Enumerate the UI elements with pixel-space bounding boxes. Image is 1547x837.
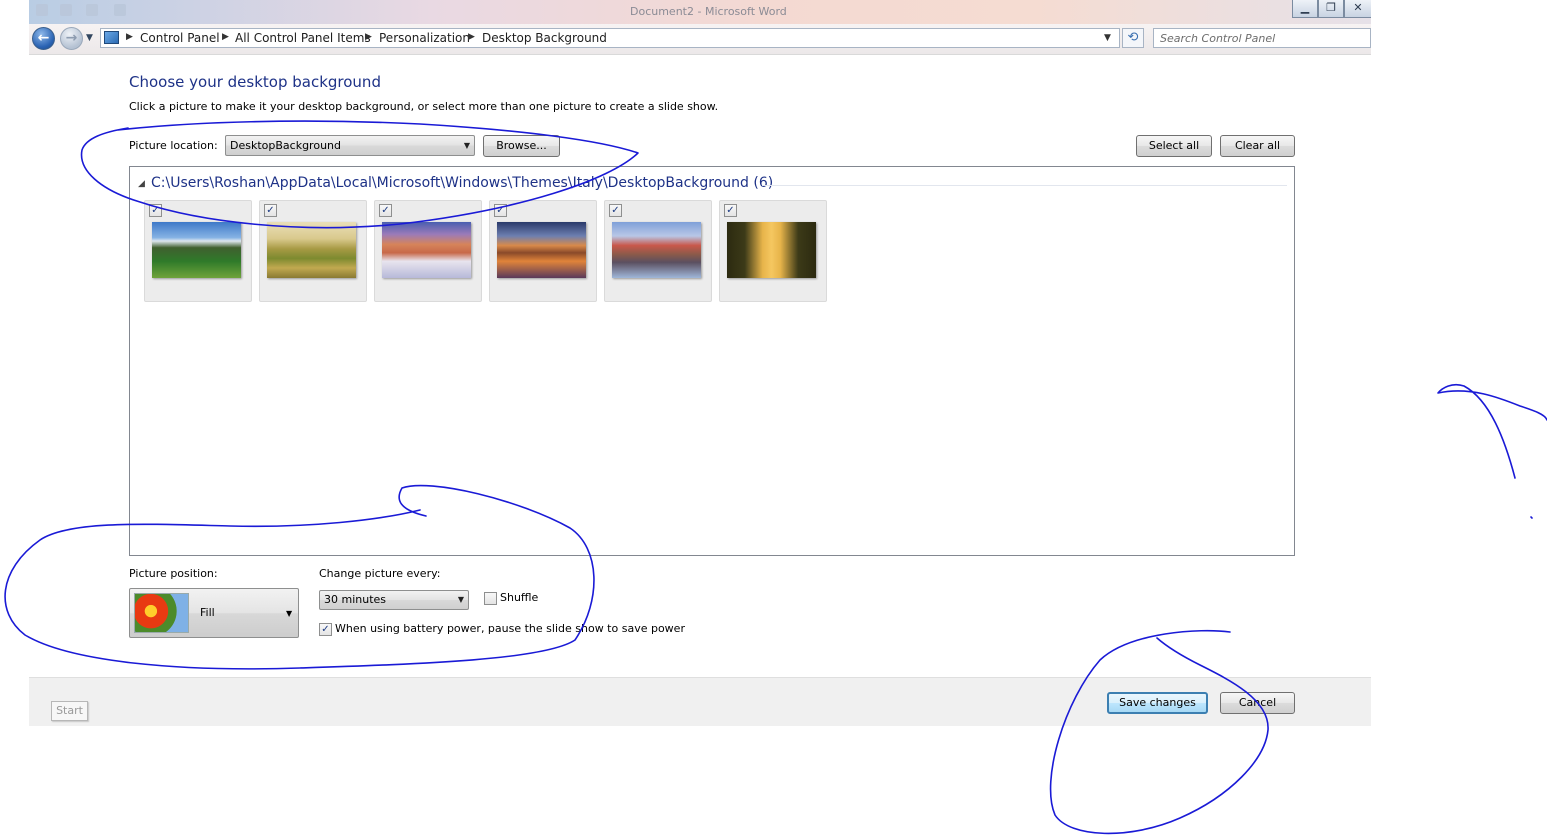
picture-tile[interactable]: ✓: [604, 200, 712, 302]
shuffle-label[interactable]: Shuffle: [500, 591, 538, 604]
picture-location-value: DesktopBackground: [230, 139, 341, 152]
picture-position-value: Fill: [200, 606, 215, 619]
ink-arrow-mark: [1437, 383, 1547, 479]
picture-checkbox[interactable]: ✓: [724, 204, 737, 217]
quick-access-save-icon[interactable]: [36, 4, 48, 16]
clear-all-button[interactable]: Clear all: [1220, 135, 1295, 157]
picture-checkbox[interactable]: ✓: [264, 204, 277, 217]
tuscan-hills-thumbnail: [267, 222, 356, 278]
battery-pause-checkbox[interactable]: ✓: [319, 623, 332, 636]
picture-checkbox[interactable]: ✓: [149, 204, 162, 217]
select-all-button[interactable]: Select all: [1136, 135, 1212, 157]
window-title: Document2 - Microsoft Word: [630, 5, 787, 18]
picture-checkbox[interactable]: ✓: [494, 204, 507, 217]
start-button[interactable]: Start: [51, 701, 88, 721]
recent-pages-dropdown-icon[interactable]: ▼: [86, 33, 93, 43]
breadcrumb-control-panel[interactable]: Control Panel: [140, 31, 220, 45]
shuffle-checkbox[interactable]: [484, 592, 497, 605]
picture-checkbox[interactable]: ✓: [379, 204, 392, 217]
change-interval-value: 30 minutes: [324, 593, 387, 606]
restore-button[interactable]: ❐: [1318, 0, 1344, 18]
page-description: Click a picture to make it your desktop …: [129, 100, 719, 113]
bridge-sunset-thumbnail: [497, 222, 586, 278]
back-arrow-icon: ←: [37, 30, 50, 46]
cypress-road-thumbnail: [727, 222, 816, 278]
close-button[interactable]: ✕: [1344, 0, 1371, 18]
change-interval-dropdown[interactable]: 30 minutes ▼: [319, 590, 469, 610]
forward-arrow-icon: →: [65, 30, 78, 46]
breadcrumb-separator-icon[interactable]: ▶: [126, 32, 133, 42]
mountain-meadow-thumbnail: [152, 222, 241, 278]
control-panel-icon: [104, 31, 119, 44]
quick-access-redo-icon[interactable]: [86, 4, 98, 16]
snowy-dolomites-thumbnail: [382, 222, 471, 278]
change-picture-label: Change picture every:: [319, 567, 441, 580]
breadcrumb-desktop-background[interactable]: Desktop Background: [482, 31, 607, 45]
picture-location-label: Picture location:: [129, 139, 218, 152]
breadcrumb-separator-icon[interactable]: ▶: [468, 32, 475, 42]
picture-checkbox[interactable]: ✓: [609, 204, 622, 217]
chevron-down-icon: ▼: [463, 141, 470, 150]
page-title: Choose your desktop background: [129, 73, 381, 91]
browse-button[interactable]: Browse...: [483, 135, 560, 157]
flower-preview-icon: [134, 593, 189, 633]
group-header[interactable]: C:\Users\Roshan\AppData\Local\Microsoft\…: [151, 175, 773, 191]
breadcrumb-all-control-panel-items[interactable]: All Control Panel Items: [235, 31, 371, 45]
refresh-icon: ⟲: [1127, 30, 1139, 45]
cancel-button[interactable]: Cancel: [1220, 692, 1295, 714]
battery-pause-label[interactable]: When using battery power, pause the slid…: [335, 622, 685, 635]
picture-tile[interactable]: ✓: [259, 200, 367, 302]
picture-tile[interactable]: ✓: [489, 200, 597, 302]
picture-tile[interactable]: ✓: [144, 200, 252, 302]
chevron-down-icon: ▼: [457, 595, 464, 604]
ink-dot-mark: [1530, 516, 1533, 519]
back-button[interactable]: ←: [32, 27, 55, 50]
group-divider: [762, 185, 1287, 186]
forward-button[interactable]: →: [60, 27, 83, 50]
quick-access-undo-icon[interactable]: [60, 4, 72, 16]
breadcrumb-separator-icon[interactable]: ▶: [222, 32, 229, 42]
cliff-village-thumbnail: [612, 222, 701, 278]
quick-access-customize-icon[interactable]: [114, 4, 126, 16]
collapse-group-icon[interactable]: ◢: [138, 179, 145, 189]
picture-location-dropdown[interactable]: DesktopBackground ▼: [225, 135, 475, 156]
breadcrumb-separator-icon[interactable]: ▶: [365, 32, 372, 42]
minimize-button[interactable]: ▁: [1292, 0, 1318, 18]
picture-tile[interactable]: ✓: [374, 200, 482, 302]
refresh-button[interactable]: ⟲: [1122, 28, 1144, 48]
address-dropdown-icon[interactable]: ▼: [1104, 33, 1111, 43]
picture-tile[interactable]: ✓: [719, 200, 827, 302]
picture-position-label: Picture position:: [129, 567, 218, 580]
chevron-down-icon: ▼: [286, 609, 293, 618]
save-changes-button[interactable]: Save changes: [1107, 692, 1208, 714]
breadcrumb-personalization[interactable]: Personalization: [379, 31, 470, 45]
search-input[interactable]: [1153, 28, 1371, 48]
